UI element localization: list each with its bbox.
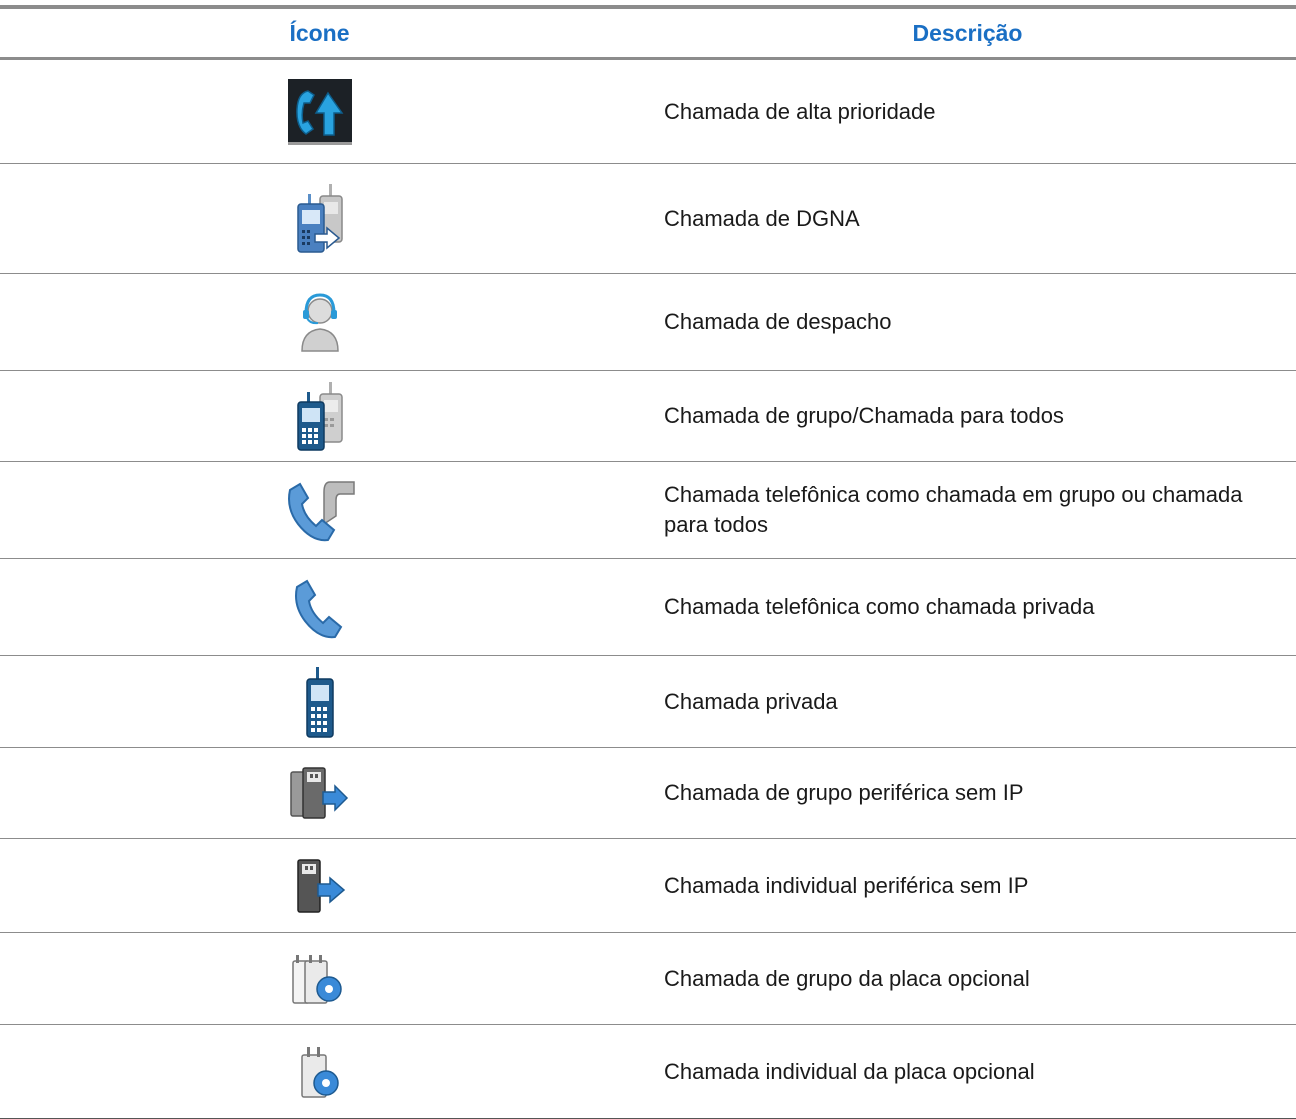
- table-header: Ícone Descrição: [0, 9, 1296, 60]
- row-description: Chamada de grupo periférica sem IP: [664, 780, 1024, 805]
- private-call-icon: [305, 665, 335, 739]
- table-row: Chamada telefônica como chamada privada: [0, 559, 1296, 656]
- table-row: Chamada de grupo da placa opcional: [0, 933, 1296, 1025]
- table-row: Chamada de grupo/Chamada para todos: [0, 371, 1296, 462]
- table-row: Chamada individual da placa opcional: [0, 1025, 1296, 1119]
- row-description: Chamada de despacho: [664, 309, 892, 334]
- phone-private-call-icon: [291, 575, 349, 639]
- option-board-group-call-icon: [291, 953, 349, 1005]
- row-description: Chamada privada: [664, 688, 838, 714]
- row-description: Chamada de alta prioridade: [664, 98, 936, 124]
- non-ip-peripheral-individual-call-icon: [292, 858, 348, 914]
- high-priority-call-icon: [287, 78, 352, 145]
- header-description: Descrição: [912, 19, 1023, 46]
- row-description: Chamada de DGNA: [664, 205, 860, 231]
- group-call-icon: [296, 380, 344, 452]
- row-description: Chamada individual periférica sem IP: [664, 872, 1029, 898]
- dgna-call-icon: [295, 182, 345, 256]
- table-row: Chamada de alta prioridade: [0, 60, 1296, 164]
- table-row: Chamada telefônica como chamada em grupo…: [0, 462, 1296, 559]
- non-ip-peripheral-group-call-icon: [289, 766, 351, 820]
- row-description: Chamada telefônica como chamada em grupo…: [664, 482, 1243, 537]
- table-row: Chamada de DGNA: [0, 164, 1296, 274]
- row-description: Chamada individual da placa opcional: [664, 1058, 1035, 1084]
- row-description: Chamada de grupo/Chamada para todos: [664, 403, 1064, 428]
- phone-group-call-icon: [284, 476, 356, 544]
- row-description: Chamada de grupo da placa opcional: [664, 965, 1030, 991]
- row-description: Chamada telefônica como chamada privada: [664, 594, 1095, 619]
- icon-description-table: Ícone Descrição Chamada de alta priorida…: [0, 5, 1296, 1119]
- table-row: Chamada individual periférica sem IP: [0, 839, 1296, 933]
- header-icon: Ícone: [289, 19, 350, 46]
- table-row: Chamada privada: [0, 656, 1296, 748]
- table-row: Chamada de despacho: [0, 274, 1296, 371]
- option-board-individual-call-icon: [298, 1045, 342, 1099]
- dispatch-call-icon: [298, 291, 342, 353]
- table-row: Chamada de grupo periférica sem IP: [0, 748, 1296, 839]
